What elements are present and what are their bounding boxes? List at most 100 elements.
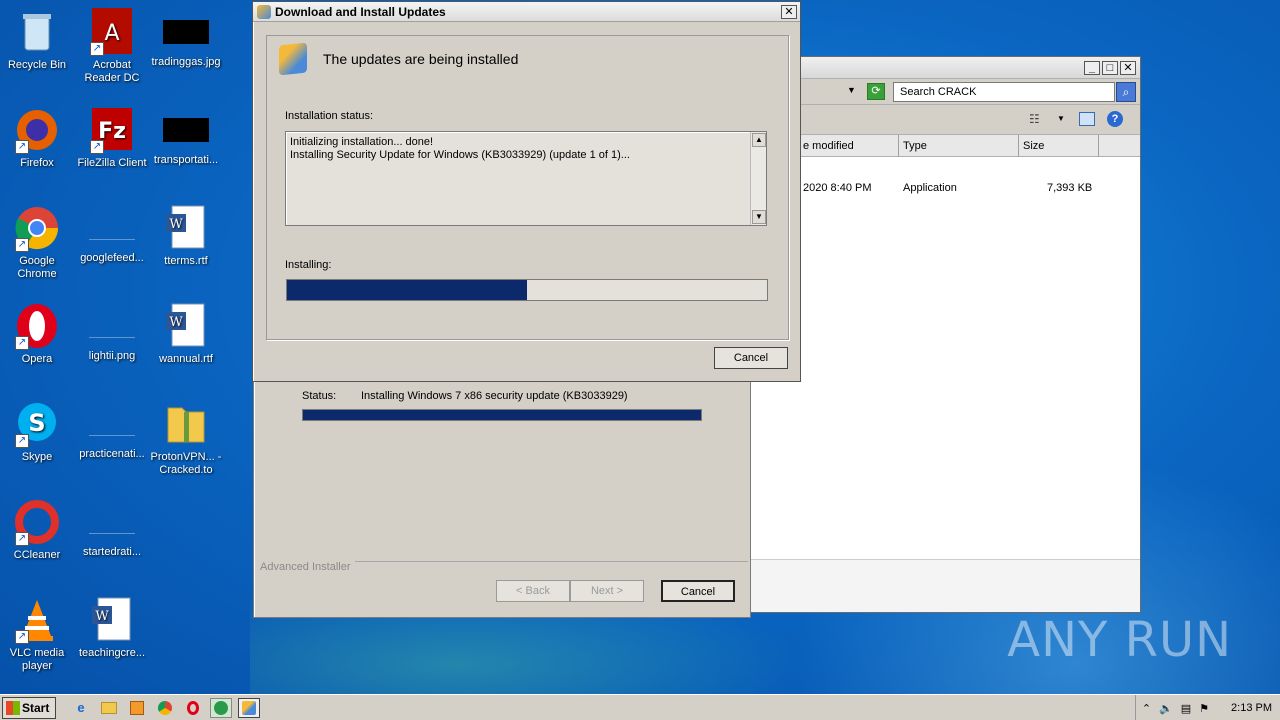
chrome-taskbar-icon[interactable]: [154, 698, 176, 718]
internet-explorer-icon[interactable]: e: [70, 698, 92, 718]
installation-log[interactable]: Initializing installation... done! Insta…: [285, 131, 767, 226]
installer-window[interactable]: Status: Installing Windows 7 x86 securit…: [253, 370, 751, 618]
desktop-icon-label: transportati...: [153, 154, 219, 166]
desktop-icon-wannual[interactable]: W wannual.rtf: [149, 302, 223, 366]
windows-logo-icon: [6, 700, 20, 715]
desktop-icon-label: CCleaner: [13, 549, 61, 561]
opera-taskbar-icon[interactable]: [182, 698, 204, 718]
shortcut-arrow-icon: ↗: [15, 238, 29, 252]
desktop-icon-label: ProtonVPN... - Cracked.to: [150, 451, 222, 476]
log-scrollbar[interactable]: ▲ ▼: [750, 132, 766, 225]
desktop-icon-label: tterms.rtf: [164, 255, 208, 267]
desktop-icon-practicenation[interactable]: practicenati...: [75, 400, 149, 461]
desktop-icon-label: tradinggas.jpg: [151, 56, 221, 68]
desktop-icon-tradinggas[interactable]: tradinggas.jpg: [149, 8, 223, 69]
shortcut-arrow-icon: ↗: [15, 532, 29, 546]
desktop-icon-transportation[interactable]: transportati...: [149, 106, 223, 167]
desktop-icon-label: lightii.png: [88, 350, 136, 362]
desktop-icon-firefox[interactable]: ↗ Firefox: [0, 106, 74, 170]
chevron-down-icon[interactable]: ▼: [1057, 114, 1065, 123]
network-icon[interactable]: ▤: [1181, 702, 1191, 715]
file-explorer-icon[interactable]: [98, 698, 120, 718]
desktop-icon-vlc[interactable]: ↗ VLC media player: [0, 596, 74, 673]
search-input[interactable]: [893, 82, 1115, 102]
dialog-panel: The updates are being installed Installa…: [266, 35, 789, 340]
desktop-icon-googlefeed[interactable]: googlefeed...: [75, 204, 149, 265]
status-label: Status:: [302, 390, 337, 402]
desktop-icon-acrobat[interactable]: A ↗ Acrobat Reader DC: [75, 8, 149, 85]
desktop-icon-chrome[interactable]: ↗ Google Chrome: [0, 204, 74, 281]
shortcut-arrow-icon: ↗: [15, 434, 29, 448]
column-date-modified[interactable]: e modified: [799, 135, 899, 157]
minimize-button[interactable]: _: [1084, 60, 1100, 75]
view-options-icon[interactable]: ☷: [1029, 112, 1040, 126]
desktop-icon-opera[interactable]: ↗ Opera: [0, 302, 74, 366]
preview-pane-icon[interactable]: [1079, 112, 1095, 126]
file-type: Application: [903, 182, 957, 194]
desktop-icon-skype[interactable]: S ↗ Skype: [0, 400, 74, 464]
windows-update-taskbar-icon[interactable]: [238, 697, 260, 718]
help-icon[interactable]: ?: [1107, 111, 1123, 127]
desktop-icon-lightii[interactable]: lightii.png: [75, 302, 149, 363]
svg-text:S: S: [28, 409, 45, 437]
progress-fill: [303, 410, 701, 420]
installing-label: Installing:: [285, 259, 332, 271]
image-file-icon: [163, 20, 209, 44]
next-button[interactable]: Next >: [570, 580, 644, 602]
scroll-up-icon[interactable]: ▲: [752, 133, 766, 147]
ccleaner-icon: ↗: [13, 498, 61, 546]
filezilla-icon: Fz ↗: [88, 106, 136, 154]
close-button[interactable]: ✕: [1120, 60, 1136, 75]
chevron-down-icon[interactable]: ▼: [847, 85, 856, 95]
desktop-icon-recycle-bin[interactable]: Recycle Bin: [0, 8, 74, 72]
desktop-icon-teachingcre[interactable]: W teachingcre...: [75, 596, 149, 660]
search-icon[interactable]: ⌕: [1116, 82, 1136, 102]
action-center-flag-icon[interactable]: ⚑: [1199, 702, 1209, 715]
desktop-icon-tterms[interactable]: W tterms.rtf: [149, 204, 223, 268]
clock[interactable]: 2:13 PM: [1231, 702, 1272, 714]
file-icon: [89, 510, 135, 534]
close-button[interactable]: ✕: [781, 4, 797, 19]
log-line: Initializing installation... done!: [290, 136, 434, 148]
svg-text:W: W: [95, 609, 109, 624]
desktop-icon-label: Google Chrome: [17, 255, 57, 280]
brand-label: Advanced Installer: [260, 561, 355, 573]
svg-text:W: W: [169, 315, 183, 330]
svg-text:W: W: [169, 217, 183, 232]
vpn-taskbar-icon[interactable]: [210, 697, 232, 718]
desktop-icon-label: FileZilla Client: [77, 157, 147, 169]
file-size: 7,393 KB: [1047, 182, 1093, 194]
desktop-icon-ccleaner[interactable]: ↗ CCleaner: [0, 498, 74, 562]
refresh-icon[interactable]: ⟳: [867, 83, 885, 100]
image-file-icon: [163, 118, 209, 142]
start-label: Start: [22, 700, 50, 715]
shortcut-arrow-icon: ↗: [90, 42, 104, 56]
zip-folder-icon: [162, 400, 210, 448]
desktop-icon-label: VLC media player: [9, 647, 65, 672]
maximize-button[interactable]: □: [1102, 60, 1118, 75]
media-player-icon[interactable]: [126, 698, 148, 718]
back-button[interactable]: < Back: [496, 580, 570, 602]
scroll-down-icon[interactable]: ▼: [752, 210, 766, 224]
cancel-button[interactable]: Cancel: [661, 580, 735, 602]
desktop-icon-label: googlefeed...: [80, 252, 144, 264]
status-text: Installing Windows 7 x86 security update…: [361, 390, 628, 402]
start-button[interactable]: Start: [2, 696, 56, 719]
volume-icon[interactable]: 🔈: [1159, 702, 1173, 715]
desktop-icon-label: Firefox: [20, 157, 54, 169]
opera-icon: ↗: [13, 302, 61, 350]
column-type[interactable]: Type: [899, 135, 1019, 157]
vlc-icon: ↗: [13, 596, 61, 644]
desktop-icon-startedrating[interactable]: startedrati...: [75, 498, 149, 559]
show-hidden-icons-icon[interactable]: ⌃: [1142, 702, 1151, 715]
dialog-titlebar[interactable]: Download and Install Updates ✕: [253, 2, 800, 22]
firefox-icon: ↗: [13, 106, 61, 154]
desktop-icon-protonvpn[interactable]: ProtonVPN... - Cracked.to: [147, 400, 225, 477]
acrobat-icon: A ↗: [88, 8, 136, 56]
update-dialog[interactable]: Download and Install Updates ✕ The updat…: [252, 1, 801, 382]
column-size[interactable]: Size: [1019, 135, 1099, 157]
svg-text:A: A: [104, 21, 119, 46]
word-document-icon: W: [88, 596, 136, 644]
cancel-button[interactable]: Cancel: [714, 347, 788, 369]
desktop-icon-filezilla[interactable]: Fz ↗ FileZilla Client: [75, 106, 149, 170]
